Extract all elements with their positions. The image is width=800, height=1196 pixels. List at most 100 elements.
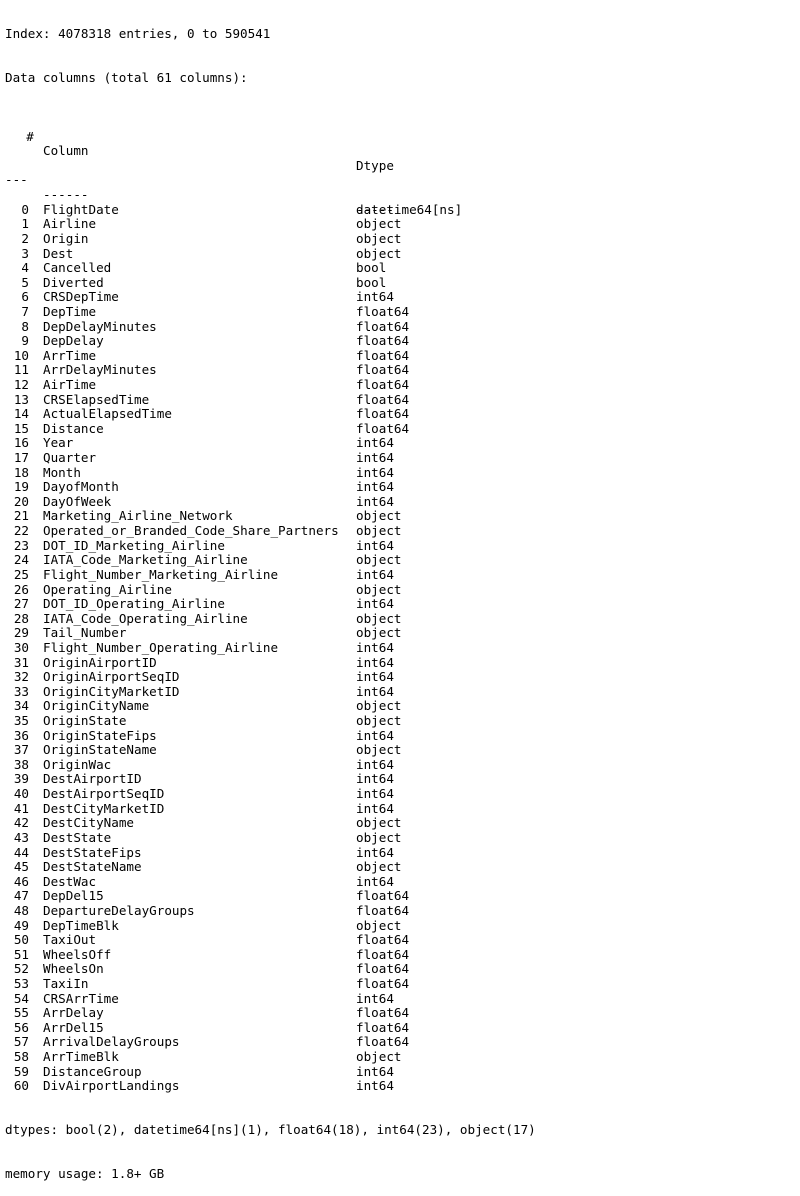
column-dtype: int64 <box>356 756 394 772</box>
table-row: 2 Origin object <box>5 231 800 247</box>
header-column: Column <box>43 143 89 159</box>
column-index: 6 <box>21 289 29 305</box>
column-dtype: bool <box>356 260 387 276</box>
table-row: 20 DayOfWeek int64 <box>5 493 800 510</box>
column-dtype: object <box>356 610 402 626</box>
table-row: 52 WheelsOn float64 <box>5 962 800 977</box>
column-dtype: int64 <box>356 464 394 480</box>
column-index: 38 <box>13 756 29 772</box>
table-row: 47 DepDel15 float64 <box>5 889 800 904</box>
column-name: Cancelled <box>43 260 112 276</box>
column-dtype: object <box>356 815 402 831</box>
column-index: 7 <box>21 303 29 319</box>
column-name: DepDel15 <box>43 888 104 904</box>
column-index: 54 <box>13 990 29 1006</box>
table-row: 34 OriginCityName object <box>5 699 800 714</box>
column-name: Operated_or_Branded_Code_Share_Partners <box>43 523 339 539</box>
column-name: Flight_Number_Marketing_Airline <box>43 566 279 582</box>
column-index: 43 <box>13 829 29 845</box>
column-index: 32 <box>13 669 29 685</box>
column-name: ArrTimeBlk <box>43 1049 119 1065</box>
table-row: 9 DepDelay float64 <box>5 334 800 349</box>
column-name: CRSDepTime <box>43 289 119 305</box>
table-row: 28 IATA_Code_Operating_Airline object <box>5 610 800 627</box>
column-index: 10 <box>13 347 29 363</box>
column-index: 56 <box>13 1019 29 1035</box>
table-row: 56 ArrDel15 float64 <box>5 1019 800 1036</box>
column-dtype: float64 <box>356 420 410 436</box>
table-row: 15 Distance float64 <box>5 420 800 437</box>
column-name: OriginAirportSeqID <box>43 669 180 685</box>
column-dtype: datetime64[ns] <box>356 201 463 217</box>
table-row: 55 ArrDelay float64 <box>5 1006 800 1021</box>
table-row: 46 DestWac int64 <box>5 874 800 890</box>
column-dtype: int64 <box>356 289 394 305</box>
column-name: ActualElapsedTime <box>43 406 172 422</box>
table-row: 11 ArrDelayMinutes float64 <box>5 363 800 378</box>
column-name: Month <box>43 464 81 480</box>
column-index: 28 <box>13 610 29 626</box>
column-name: DepDelay <box>43 333 104 349</box>
column-name: AirTime <box>43 377 97 392</box>
column-name: DayOfWeek <box>43 493 112 509</box>
table-row: 38 OriginWac int64 <box>5 756 800 773</box>
column-dtype: int64 <box>356 435 394 451</box>
column-name: ArrDelay <box>43 1005 104 1021</box>
memory-usage-line: memory usage: 1.8+ GB <box>5 1165 165 1181</box>
table-row: 37 OriginStateName object <box>5 743 800 758</box>
column-name: DistanceGroup <box>43 1063 142 1079</box>
table-row: 33 OriginCityMarketID int64 <box>5 684 800 700</box>
index-summary-line: Index: 4078318 entries, 0 to 590541 <box>5 26 271 42</box>
column-dtype: float64 <box>356 1019 410 1035</box>
column-list: 0 FlightDate datetime64[ns] 1 Airline object 2… <box>5 201 800 1094</box>
column-index: 52 <box>13 961 29 977</box>
table-row: 35 OriginState object <box>5 713 800 729</box>
table-row: 48 DepartureDelayGroups float64 <box>5 902 800 919</box>
column-index: 29 <box>13 625 29 641</box>
table-row: 32 OriginAirportSeqID int64 <box>5 670 800 685</box>
column-index: 27 <box>13 596 29 612</box>
column-dtype: object <box>356 829 402 845</box>
column-dtype: object <box>356 698 402 714</box>
column-name: DestStateFips <box>43 844 142 860</box>
column-name: DepTimeBlk <box>43 917 119 933</box>
table-row: 29 Tail_Number object <box>5 626 800 641</box>
column-index: 50 <box>13 932 29 948</box>
column-dtype: float64 <box>356 391 410 407</box>
table-row: 31 OriginAirportID int64 <box>5 655 800 671</box>
column-dtype: object <box>356 245 402 261</box>
column-name: DestCityName <box>43 815 134 831</box>
column-dtype: object <box>356 508 402 524</box>
column-dtype: object <box>356 581 402 597</box>
column-dtype: object <box>356 917 402 933</box>
column-dtype: int64 <box>356 771 394 787</box>
column-index: 8 <box>21 318 29 334</box>
column-index: 49 <box>13 917 29 933</box>
column-name: DepDelayMinutes <box>43 318 157 334</box>
column-name: DivAirportLandings <box>43 1078 180 1094</box>
column-name: DestCityMarketID <box>43 800 165 816</box>
table-row: 45 DestStateName object <box>5 859 800 875</box>
column-index: 35 <box>13 713 29 729</box>
table-row: 41 DestCityMarketID int64 <box>5 800 800 817</box>
column-dtype: object <box>356 742 402 758</box>
table-row: 18 Month int64 <box>5 464 800 481</box>
column-dtype: float64 <box>356 902 410 918</box>
column-dtype: int64 <box>356 596 394 612</box>
column-name: ArrivalDelayGroups <box>43 1034 180 1050</box>
column-dtype: float64 <box>356 946 410 962</box>
column-dtype: object <box>356 625 402 641</box>
table-row: 50 TaxiOut float64 <box>5 933 800 948</box>
column-index: 57 <box>13 1034 29 1050</box>
column-name: TaxiIn <box>43 975 89 991</box>
column-index: 39 <box>13 771 29 787</box>
column-dtype: float64 <box>356 333 410 349</box>
column-index: 40 <box>13 786 29 802</box>
column-name: OriginWac <box>43 756 112 772</box>
table-row: 7 DepTime float64 <box>5 303 800 320</box>
column-dtype: int64 <box>356 990 394 1006</box>
column-dtype: object <box>356 859 402 875</box>
table-row: 51 WheelsOff float64 <box>5 946 800 963</box>
column-dtype: int64 <box>356 669 394 685</box>
column-dtype: int64 <box>356 566 394 582</box>
